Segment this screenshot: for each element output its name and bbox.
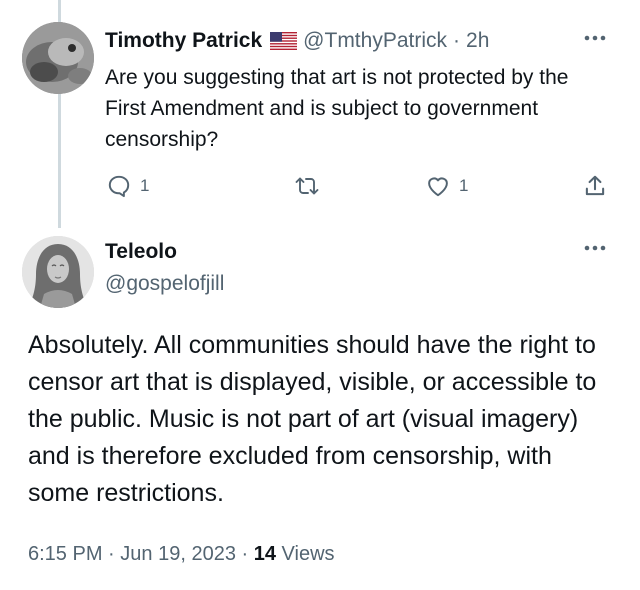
more-dots-icon[interactable] xyxy=(582,238,608,262)
views-count: 14 xyxy=(253,543,276,565)
author-name[interactable]: Timothy Patrick xyxy=(105,29,262,53)
avatar-teleolo[interactable] xyxy=(22,236,94,308)
share-button[interactable] xyxy=(582,172,608,200)
author-name[interactable]: Teleolo xyxy=(105,238,177,266)
reply-tweet-header: Timothy Patrick @TmthyPatrick · 2h xyxy=(105,26,489,56)
main-tweet-text: Absolutely. All communities should have … xyxy=(28,331,597,507)
us-flag-icon xyxy=(270,32,298,50)
separator-dot: · xyxy=(453,29,461,52)
reply-button[interactable]: 1 xyxy=(106,172,149,200)
separator-dot: · xyxy=(241,543,249,565)
author-handle[interactable]: @TmthyPatrick xyxy=(303,29,447,53)
author-handle[interactable]: @gospelofjill xyxy=(105,270,224,298)
avatar-image xyxy=(22,22,94,94)
like-button[interactable]: 1 xyxy=(425,172,468,200)
post-time[interactable]: 6:15 PM xyxy=(28,543,102,565)
retweet-icon xyxy=(295,177,319,195)
avatar-timothy-patrick[interactable] xyxy=(22,22,94,94)
reply-tweet-text: Are you suggesting that art is not prote… xyxy=(105,66,569,151)
reply-count: 1 xyxy=(140,176,150,195)
retweet-button[interactable] xyxy=(293,172,321,200)
post-date[interactable]: Jun 19, 2023 xyxy=(120,543,236,565)
views-label: Views xyxy=(281,543,335,565)
timestamp[interactable]: 2h xyxy=(466,29,489,53)
like-count: 1 xyxy=(459,176,469,195)
avatar-image xyxy=(22,236,94,308)
share-icon xyxy=(585,175,605,196)
heart-icon xyxy=(428,177,448,197)
tweet-metadata: 6:15 PM · Jun 19, 2023 · 14 Views xyxy=(28,540,335,568)
more-dots-icon[interactable] xyxy=(582,28,608,52)
separator-dot: · xyxy=(108,543,115,565)
reply-bubble-icon xyxy=(108,175,130,198)
